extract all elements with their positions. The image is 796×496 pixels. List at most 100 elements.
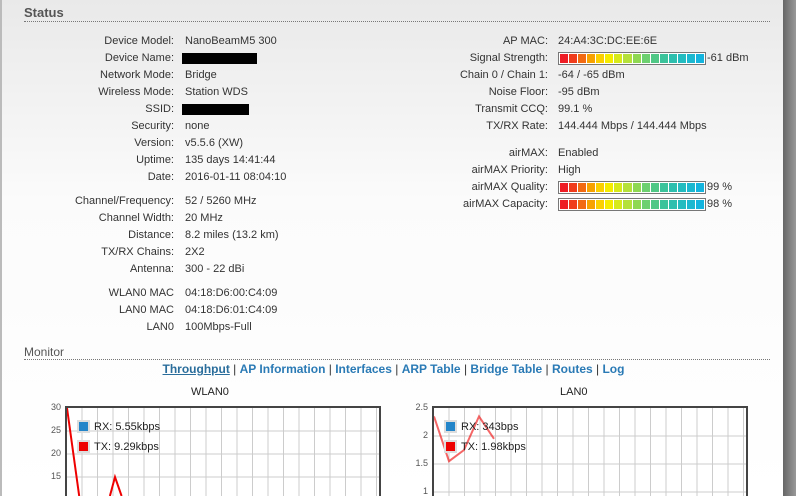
field-label: AP MAC: <box>502 35 548 47</box>
rx-swatch <box>77 420 90 433</box>
field-label: Channel Width: <box>98 212 174 224</box>
bar-segment <box>659 200 668 209</box>
legend-label: TX: 1.98kbps <box>461 440 526 453</box>
divider <box>24 21 770 22</box>
bar-segment <box>641 183 650 192</box>
bar-segment <box>650 200 659 209</box>
field-value: Station WDS <box>185 86 248 98</box>
legend-tx: TX: 1.98kbps <box>444 440 526 453</box>
bar-segment <box>632 54 641 63</box>
separator: | <box>542 362 552 376</box>
legend-tx: TX: 9.29kbps <box>77 440 159 453</box>
bar-segment <box>623 183 632 192</box>
field-label: airMAX Capacity: <box>463 198 548 210</box>
scrollbar[interactable] <box>783 0 796 496</box>
bar-segment <box>632 183 641 192</box>
legend-rx: RX: 343bps <box>444 420 518 433</box>
bar-segment <box>614 200 623 209</box>
bar-segment <box>623 200 632 209</box>
field-value: 04:18:D6:01:C4:09 <box>185 304 278 316</box>
field-value: none <box>185 120 210 132</box>
field-value: High <box>558 164 581 176</box>
y-tick-label: 1 <box>422 486 428 496</box>
bar-segment <box>587 200 596 209</box>
bar-segment <box>596 183 605 192</box>
field-value: 98 % <box>707 198 733 210</box>
chart-title: WLAN0 <box>191 386 229 398</box>
field-value: NanoBeamM5 300 <box>185 35 277 47</box>
bar-segment <box>695 200 704 209</box>
bar-segment <box>659 183 668 192</box>
separator: | <box>592 362 603 376</box>
bar-segment <box>614 54 623 63</box>
bar-segment <box>560 54 569 63</box>
level-bar <box>558 198 706 211</box>
bar-segment <box>578 200 587 209</box>
field-label: Device Name: <box>104 52 174 64</box>
field-value: 20 MHz <box>185 212 223 224</box>
field-value: 04:18:D6:00:C4:09 <box>185 287 278 299</box>
tab-routes[interactable]: Routes <box>552 362 593 376</box>
bar-segment <box>677 183 686 192</box>
field-label: LAN0 MAC <box>118 304 174 316</box>
bar-segment <box>668 183 677 192</box>
legend-label: RX: 5.55kbps <box>94 420 161 433</box>
bar-segment <box>686 183 695 192</box>
field-value: 135 days 14:41:44 <box>185 154 276 166</box>
field-label: Transmit CCQ: <box>475 103 548 115</box>
field-label: Network Mode: <box>100 69 174 81</box>
field-label: Date: <box>147 171 174 183</box>
field-label: airMAX Quality: <box>471 181 548 193</box>
bar-segment <box>668 54 677 63</box>
bar-segment <box>632 200 641 209</box>
status-title: Status <box>24 5 64 20</box>
legend-rx: RX: 5.55kbps <box>77 420 160 433</box>
bar-segment <box>650 183 659 192</box>
field-value: 100Mbps-Full <box>185 321 252 333</box>
bar-segment <box>659 54 668 63</box>
tab-arp-table[interactable]: ARP Table <box>402 362 461 376</box>
legend-label: RX: 343bps <box>461 420 519 433</box>
separator: | <box>325 362 336 376</box>
tab-log[interactable]: Log <box>602 362 624 376</box>
redacted-value <box>182 53 257 64</box>
field-label: Security: <box>131 120 174 132</box>
rx-swatch <box>444 420 457 433</box>
field-value: -95 dBm <box>558 86 600 98</box>
field-value: Enabled <box>558 147 599 159</box>
field-label: Device Model: <box>104 35 174 47</box>
bar-segment <box>560 183 569 192</box>
field-value: 52 / 5260 MHz <box>185 195 257 207</box>
field-value: 300 - 22 dBi <box>185 263 245 275</box>
tx-swatch <box>444 440 457 453</box>
field-label: Uptime: <box>136 154 174 166</box>
bar-segment <box>605 183 614 192</box>
field-label: LAN0 <box>146 321 174 333</box>
tab-bridge-table[interactable]: Bridge Table <box>470 362 542 376</box>
field-value: 2016-01-11 08:04:10 <box>185 171 287 183</box>
tab-ap-information[interactable]: AP Information <box>240 362 326 376</box>
bar-segment <box>569 54 578 63</box>
tx-swatch <box>77 440 90 453</box>
field-value: 144.444 Mbps / 144.444 Mbps <box>558 120 707 132</box>
bar-segment <box>623 54 632 63</box>
separator: | <box>229 362 240 376</box>
chart-title: LAN0 <box>560 386 588 398</box>
level-bar <box>558 181 706 194</box>
lan0-chart: RX: 343bps TX: 1.98kbps <box>432 406 748 496</box>
field-value: -64 / -65 dBm <box>558 69 625 81</box>
y-tick-label: 20 <box>50 448 61 458</box>
field-label: Distance: <box>128 229 174 241</box>
tab-throughput[interactable]: Throughput <box>163 362 230 376</box>
field-label: Version: <box>134 137 174 149</box>
field-label: Antenna: <box>129 263 174 275</box>
bar-segment <box>596 200 605 209</box>
field-label: WLAN0 MAC <box>108 287 174 299</box>
field-label: Signal Strength: <box>469 52 548 64</box>
bar-segment <box>578 54 587 63</box>
bar-segment <box>677 200 686 209</box>
field-label: airMAX Priority: <box>471 164 548 176</box>
field-label: Channel/Frequency: <box>74 195 174 207</box>
tab-interfaces[interactable]: Interfaces <box>335 362 392 376</box>
redacted-value <box>182 104 249 115</box>
